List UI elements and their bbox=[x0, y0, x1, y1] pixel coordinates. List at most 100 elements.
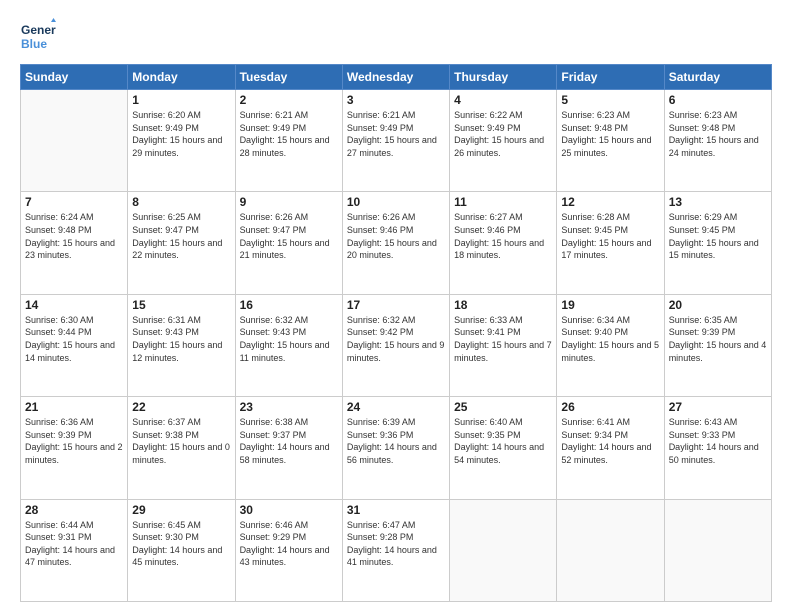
day-info: Sunrise: 6:46 AMSunset: 9:29 PMDaylight:… bbox=[240, 519, 338, 569]
calendar-cell: 17 Sunrise: 6:32 AMSunset: 9:42 PMDayligh… bbox=[342, 294, 449, 396]
header: General Blue bbox=[20, 18, 772, 54]
calendar-cell: 11Sunrise: 6:27 AMSunset: 9:46 PMDayligh… bbox=[450, 192, 557, 294]
day-info: Sunrise: 6:33 AMSunset: 9:41 PMDaylight:… bbox=[454, 314, 552, 364]
day-number: 16 bbox=[240, 298, 338, 312]
day-number: 23 bbox=[240, 400, 338, 414]
calendar-cell: 26 Sunrise: 6:41 AMSunset: 9:34 PMDayligh… bbox=[557, 397, 664, 499]
calendar-cell: 19 Sunrise: 6:34 AMSunset: 9:40 PMDayligh… bbox=[557, 294, 664, 396]
day-number: 25 bbox=[454, 400, 552, 414]
day-info: Sunrise: 6:43 AMSunset: 9:33 PMDaylight:… bbox=[669, 416, 767, 466]
day-number: 19 bbox=[561, 298, 659, 312]
calendar-cell: 14 Sunrise: 6:30 AMSunset: 9:44 PMDayligh… bbox=[21, 294, 128, 396]
calendar-cell: 25 Sunrise: 6:40 AMSunset: 9:35 PMDayligh… bbox=[450, 397, 557, 499]
day-info: Sunrise: 6:45 AMSunset: 9:30 PMDaylight:… bbox=[132, 519, 230, 569]
day-info: Sunrise: 6:24 AMSunset: 9:48 PMDaylight:… bbox=[25, 211, 123, 261]
day-number: 12 bbox=[561, 195, 659, 209]
day-number: 13 bbox=[669, 195, 767, 209]
day-info: Sunrise: 6:20 AMSunset: 9:49 PMDaylight:… bbox=[132, 109, 230, 159]
calendar-cell bbox=[557, 499, 664, 601]
day-number: 6 bbox=[669, 93, 767, 107]
calendar-table: SundayMondayTuesdayWednesdayThursdayFrid… bbox=[20, 64, 772, 602]
day-number: 20 bbox=[669, 298, 767, 312]
calendar-cell: 5 Sunrise: 6:23 AMSunset: 9:48 PMDaylight… bbox=[557, 90, 664, 192]
day-number: 7 bbox=[25, 195, 123, 209]
day-header-tuesday: Tuesday bbox=[235, 65, 342, 90]
svg-text:Blue: Blue bbox=[21, 37, 47, 51]
day-number: 27 bbox=[669, 400, 767, 414]
calendar-cell: 1Sunrise: 6:20 AMSunset: 9:49 PMDaylight… bbox=[128, 90, 235, 192]
day-info: Sunrise: 6:21 AMSunset: 9:49 PMDaylight:… bbox=[240, 109, 338, 159]
day-info: Sunrise: 6:30 AMSunset: 9:44 PMDaylight:… bbox=[25, 314, 123, 364]
day-info: Sunrise: 6:22 AMSunset: 9:49 PMDaylight:… bbox=[454, 109, 552, 159]
day-info: Sunrise: 6:23 AMSunset: 9:48 PMDaylight:… bbox=[561, 109, 659, 159]
day-number: 14 bbox=[25, 298, 123, 312]
day-info: Sunrise: 6:27 AMSunset: 9:46 PMDaylight:… bbox=[454, 211, 552, 261]
day-number: 17 bbox=[347, 298, 445, 312]
day-info: Sunrise: 6:32 AMSunset: 9:42 PMDaylight:… bbox=[347, 314, 445, 364]
calendar-cell: 16Sunrise: 6:32 AMSunset: 9:43 PMDayligh… bbox=[235, 294, 342, 396]
day-number: 29 bbox=[132, 503, 230, 517]
day-number: 28 bbox=[25, 503, 123, 517]
day-info: Sunrise: 6:23 AMSunset: 9:48 PMDaylight:… bbox=[669, 109, 767, 159]
calendar-cell: 20 Sunrise: 6:35 AMSunset: 9:39 PMDayligh… bbox=[664, 294, 771, 396]
week-row-2: 14 Sunrise: 6:30 AMSunset: 9:44 PMDayligh… bbox=[21, 294, 772, 396]
calendar-cell: 15 Sunrise: 6:31 AMSunset: 9:43 PMDayligh… bbox=[128, 294, 235, 396]
day-number: 24 bbox=[347, 400, 445, 414]
day-number: 22 bbox=[132, 400, 230, 414]
day-number: 8 bbox=[132, 195, 230, 209]
day-header-friday: Friday bbox=[557, 65, 664, 90]
calendar-cell: 30 Sunrise: 6:46 AMSunset: 9:29 PMDayligh… bbox=[235, 499, 342, 601]
day-info: Sunrise: 6:34 AMSunset: 9:40 PMDaylight:… bbox=[561, 314, 659, 364]
day-info: Sunrise: 6:47 AMSunset: 9:28 PMDaylight:… bbox=[347, 519, 445, 569]
calendar-cell: 18Sunrise: 6:33 AMSunset: 9:41 PMDayligh… bbox=[450, 294, 557, 396]
day-number: 3 bbox=[347, 93, 445, 107]
calendar-cell: 28 Sunrise: 6:44 AMSunset: 9:31 PMDayligh… bbox=[21, 499, 128, 601]
day-info: Sunrise: 6:26 AMSunset: 9:46 PMDaylight:… bbox=[347, 211, 445, 261]
day-info: Sunrise: 6:39 AMSunset: 9:36 PMDaylight:… bbox=[347, 416, 445, 466]
logo: General Blue bbox=[20, 18, 56, 54]
calendar-cell: 27 Sunrise: 6:43 AMSunset: 9:33 PMDayligh… bbox=[664, 397, 771, 499]
calendar-header-row: SundayMondayTuesdayWednesdayThursdayFrid… bbox=[21, 65, 772, 90]
day-number: 9 bbox=[240, 195, 338, 209]
day-info: Sunrise: 6:31 AMSunset: 9:43 PMDaylight:… bbox=[132, 314, 230, 364]
day-info: Sunrise: 6:38 AMSunset: 9:37 PMDaylight:… bbox=[240, 416, 338, 466]
calendar-cell: 2 Sunrise: 6:21 AMSunset: 9:49 PMDaylight… bbox=[235, 90, 342, 192]
calendar-cell: 24 Sunrise: 6:39 AMSunset: 9:36 PMDayligh… bbox=[342, 397, 449, 499]
day-number: 31 bbox=[347, 503, 445, 517]
calendar-cell bbox=[450, 499, 557, 601]
calendar-cell: 6 Sunrise: 6:23 AMSunset: 9:48 PMDaylight… bbox=[664, 90, 771, 192]
day-info: Sunrise: 6:29 AMSunset: 9:45 PMDaylight:… bbox=[669, 211, 767, 261]
calendar-cell: 3 Sunrise: 6:21 AMSunset: 9:49 PMDaylight… bbox=[342, 90, 449, 192]
calendar-cell: 31 Sunrise: 6:47 AMSunset: 9:28 PMDayligh… bbox=[342, 499, 449, 601]
day-header-sunday: Sunday bbox=[21, 65, 128, 90]
day-info: Sunrise: 6:36 AMSunset: 9:39 PMDaylight:… bbox=[25, 416, 123, 466]
day-header-thursday: Thursday bbox=[450, 65, 557, 90]
day-header-saturday: Saturday bbox=[664, 65, 771, 90]
day-number: 5 bbox=[561, 93, 659, 107]
day-number: 15 bbox=[132, 298, 230, 312]
day-info: Sunrise: 6:37 AMSunset: 9:38 PMDaylight:… bbox=[132, 416, 230, 466]
calendar-cell: 12Sunrise: 6:28 AMSunset: 9:45 PMDayligh… bbox=[557, 192, 664, 294]
day-number: 30 bbox=[240, 503, 338, 517]
page: General Blue SundayMondayTuesdayWednesda… bbox=[0, 0, 792, 612]
day-number: 4 bbox=[454, 93, 552, 107]
day-number: 26 bbox=[561, 400, 659, 414]
day-number: 21 bbox=[25, 400, 123, 414]
day-info: Sunrise: 6:21 AMSunset: 9:49 PMDaylight:… bbox=[347, 109, 445, 159]
day-header-monday: Monday bbox=[128, 65, 235, 90]
day-number: 10 bbox=[347, 195, 445, 209]
week-row-4: 28 Sunrise: 6:44 AMSunset: 9:31 PMDayligh… bbox=[21, 499, 772, 601]
calendar-cell bbox=[664, 499, 771, 601]
day-info: Sunrise: 6:25 AMSunset: 9:47 PMDaylight:… bbox=[132, 211, 230, 261]
calendar-cell: 23 Sunrise: 6:38 AMSunset: 9:37 PMDayligh… bbox=[235, 397, 342, 499]
day-info: Sunrise: 6:44 AMSunset: 9:31 PMDaylight:… bbox=[25, 519, 123, 569]
calendar-cell: 22 Sunrise: 6:37 AMSunset: 9:38 PMDayligh… bbox=[128, 397, 235, 499]
day-info: Sunrise: 6:41 AMSunset: 9:34 PMDaylight:… bbox=[561, 416, 659, 466]
calendar-cell: 13 Sunrise: 6:29 AMSunset: 9:45 PMDayligh… bbox=[664, 192, 771, 294]
day-info: Sunrise: 6:40 AMSunset: 9:35 PMDaylight:… bbox=[454, 416, 552, 466]
logo-svg: General Blue bbox=[20, 18, 56, 54]
calendar-cell: 7 Sunrise: 6:24 AMSunset: 9:48 PMDaylight… bbox=[21, 192, 128, 294]
day-info: Sunrise: 6:35 AMSunset: 9:39 PMDaylight:… bbox=[669, 314, 767, 364]
day-number: 2 bbox=[240, 93, 338, 107]
calendar-cell: 29 Sunrise: 6:45 AMSunset: 9:30 PMDayligh… bbox=[128, 499, 235, 601]
